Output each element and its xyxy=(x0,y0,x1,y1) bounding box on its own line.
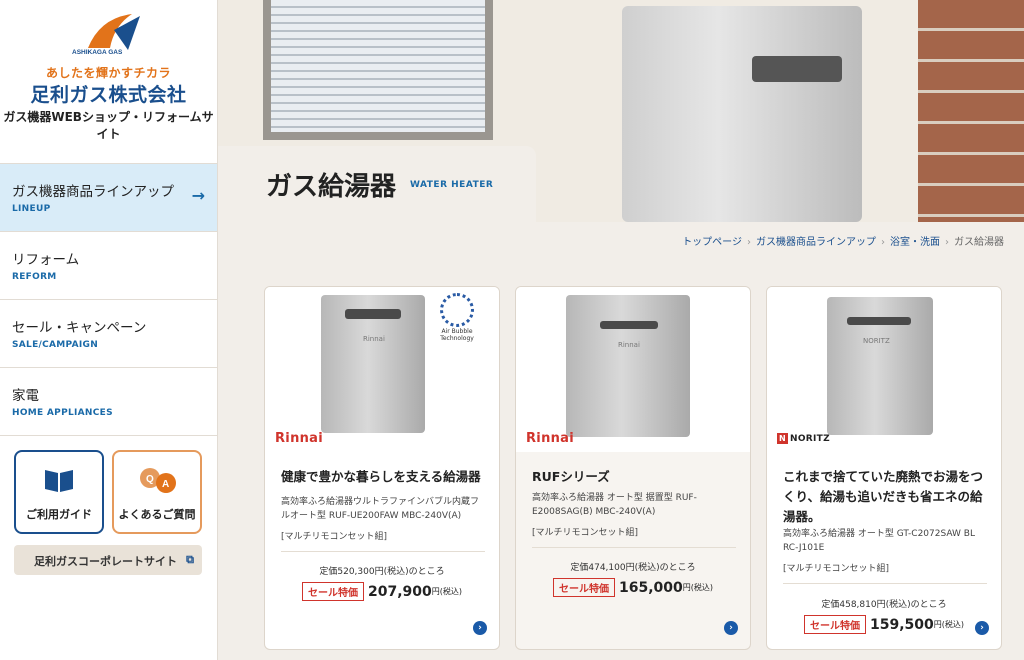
brand-noritz: N NORITZ xyxy=(777,433,830,444)
nav-item-sale[interactable]: セール・キャンペーン SALE/CAMPAIGN xyxy=(0,300,217,368)
nav-item-lineup[interactable]: ガス機器商品ラインアップ LINEUP → xyxy=(0,164,217,232)
external-link-icon: ⧉ xyxy=(186,553,194,566)
shop-title: ガス機器WEBショップ・リフォームサイト xyxy=(3,110,214,141)
svg-text:A: A xyxy=(162,479,169,490)
hero-window-image xyxy=(263,0,493,140)
sale-badge: セール特価 xyxy=(803,615,866,634)
nav-label: 家電 xyxy=(12,388,39,404)
page-title-en: WATER HEATER xyxy=(410,180,494,190)
noritz-logo-mark: N xyxy=(777,433,788,444)
guide-button[interactable]: ご利用ガイド xyxy=(14,450,104,534)
quick-links: ご利用ガイド Q A よくあるご質問 xyxy=(14,450,204,534)
product-card[interactable]: Rinnai Rinnai RUFシリーズ 高効率ふろ給湯器 オート型 据置型 … xyxy=(515,286,751,650)
corporate-site-link[interactable]: 足利ガスコーポレートサイト ⧉ xyxy=(14,545,202,575)
tagline: あしたを輝かすチカラ xyxy=(45,66,171,80)
brand-rinnai: Rinnai xyxy=(275,431,324,446)
product-image: Rinnai Rinnai xyxy=(516,287,750,452)
chevron-right-circle-icon[interactable]: › xyxy=(975,621,989,635)
divider xyxy=(783,583,987,584)
sale-price-row: セール特価 159,500円(税込) xyxy=(767,614,1001,634)
nav-label: ガス機器商品ラインアップ xyxy=(12,184,174,200)
product-set: [マルチリモコンセット組] xyxy=(281,532,388,542)
chevron-right-icon: › xyxy=(945,237,949,248)
nav-item-appliances[interactable]: 家電 HOME APPLIANCES xyxy=(0,368,217,436)
faq-label: よくあるご質問 xyxy=(118,508,196,521)
divider xyxy=(532,547,736,548)
product-name: 健康で豊かな暮らしを支える給湯器 xyxy=(281,469,481,484)
nav-item-reform[interactable]: リフォーム REFORM xyxy=(0,232,217,300)
faq-button[interactable]: Q A よくあるご質問 xyxy=(112,450,202,534)
product-model: 高効率ふろ給湯器 オート型 据置型 RUF-E2008SAG(B) MBC-24… xyxy=(532,493,697,518)
list-price: 定価458,810円(税込)のところ xyxy=(821,600,947,610)
logo-area[interactable]: ASHIKAGA GAS あしたを輝かすチカラ 足利ガス株式会社 ガス機器WEB… xyxy=(0,0,217,163)
page-title: ガス給湯器 xyxy=(266,172,397,202)
page-title-box: ガス給湯器 WATER HEATER xyxy=(218,146,536,222)
heater-image: Rinnai xyxy=(566,295,690,437)
brand-rinnai: Rinnai xyxy=(526,431,575,446)
sale-badge: セール特価 xyxy=(552,578,615,597)
list-price: 定価520,300円(税込)のところ xyxy=(319,567,445,577)
air-bubble-text: Air Bubble Technology xyxy=(440,328,474,342)
product-card[interactable]: Rinnai Air Bubble Technology Rinnai 健康で豊… xyxy=(264,286,500,650)
main-nav: ガス機器商品ラインアップ LINEUP → リフォーム REFORM セール・キ… xyxy=(0,163,217,436)
nav-label: リフォーム xyxy=(12,252,80,268)
air-bubble-badge: Air Bubble Technology xyxy=(435,293,479,351)
price-unit: 円(税込) xyxy=(933,620,964,629)
nav-sub-label: SALE/CAMPAIGN xyxy=(12,340,99,350)
breadcrumb-current: ガス給湯器 xyxy=(954,237,1004,248)
sale-price: 159,500 xyxy=(869,616,934,633)
company-name[interactable]: 足利ガス株式会社 xyxy=(0,80,217,107)
product-name: これまで捨てていた廃熱でお湯をつくり、給湯も追いだきも省エネの給湯器。 xyxy=(783,469,984,524)
qa-bubble-icon: Q A xyxy=(140,468,176,493)
list-price: 定価474,100円(税込)のところ xyxy=(570,563,696,573)
product-card[interactable]: NORITZ N NORITZ これまで捨てていた廃熱でお湯をつくり、給湯も追いだ… xyxy=(766,286,1002,650)
hero-brick-wall xyxy=(918,0,1024,222)
nav-sub-label: HOME APPLIANCES xyxy=(12,408,113,418)
ashikaga-gas-logo[interactable]: ASHIKAGA GAS xyxy=(70,10,150,60)
product-image: NORITZ N NORITZ xyxy=(767,287,1001,452)
breadcrumb-bath[interactable]: 浴室・洗面 xyxy=(890,237,940,248)
chevron-right-circle-icon[interactable]: › xyxy=(724,621,738,635)
breadcrumb-top[interactable]: トップページ xyxy=(682,237,742,248)
breadcrumb-lineup[interactable]: ガス機器商品ラインアップ xyxy=(756,237,876,248)
arrow-right-icon: → xyxy=(191,186,205,205)
corporate-site-label: 足利ガスコーポレートサイト xyxy=(34,555,177,568)
svg-text:Q: Q xyxy=(146,474,154,485)
heater-image: Rinnai xyxy=(321,295,425,433)
logo-text: ASHIKAGA GAS xyxy=(72,49,123,56)
product-set: [マルチリモコンセット組] xyxy=(532,528,639,538)
price-unit: 円(税込) xyxy=(682,583,713,592)
sale-badge: セール特価 xyxy=(301,582,364,601)
nav-sub-label: REFORM xyxy=(12,272,57,282)
product-name: RUFシリーズ xyxy=(532,469,610,484)
product-model: 高効率ふろ給湯器ウルトラファインバブル内蔵フルオート型 RUF-UE200FAW… xyxy=(281,497,480,522)
nav-sub-label: LINEUP xyxy=(12,204,51,214)
price-unit: 円(税込) xyxy=(431,587,462,596)
product-model: 高効率ふろ給湯器 オート型 GT-C2072SAW BL RC-J101E xyxy=(783,529,975,554)
sale-price-row: セール特価 207,900円(税込) xyxy=(265,581,499,601)
brand-noritz-name: NORITZ xyxy=(790,434,830,444)
guide-label: ご利用ガイド xyxy=(26,508,92,521)
sidebar: ASHIKAGA GAS あしたを輝かすチカラ 足利ガス株式会社 ガス機器WEB… xyxy=(0,0,218,660)
breadcrumb: トップページ › ガス機器商品ラインアップ › 浴室・洗面 › ガス給湯器 xyxy=(682,233,1004,248)
chevron-right-icon: › xyxy=(881,237,885,248)
bubble-icon xyxy=(440,293,474,327)
heater-image: NORITZ xyxy=(827,297,933,435)
sale-price: 207,900 xyxy=(367,583,432,600)
product-set: [マルチリモコンセット組] xyxy=(783,564,890,574)
book-icon xyxy=(45,470,73,492)
hero-heater-image xyxy=(622,6,862,222)
sale-price: 165,000 xyxy=(618,579,683,596)
product-image: Rinnai Air Bubble Technology Rinnai xyxy=(265,287,499,452)
chevron-right-icon: › xyxy=(747,237,751,248)
divider xyxy=(281,551,485,552)
chevron-right-circle-icon[interactable]: › xyxy=(473,621,487,635)
sale-price-row: セール特価 165,000円(税込) xyxy=(516,577,750,597)
nav-label: セール・キャンペーン xyxy=(12,320,147,336)
